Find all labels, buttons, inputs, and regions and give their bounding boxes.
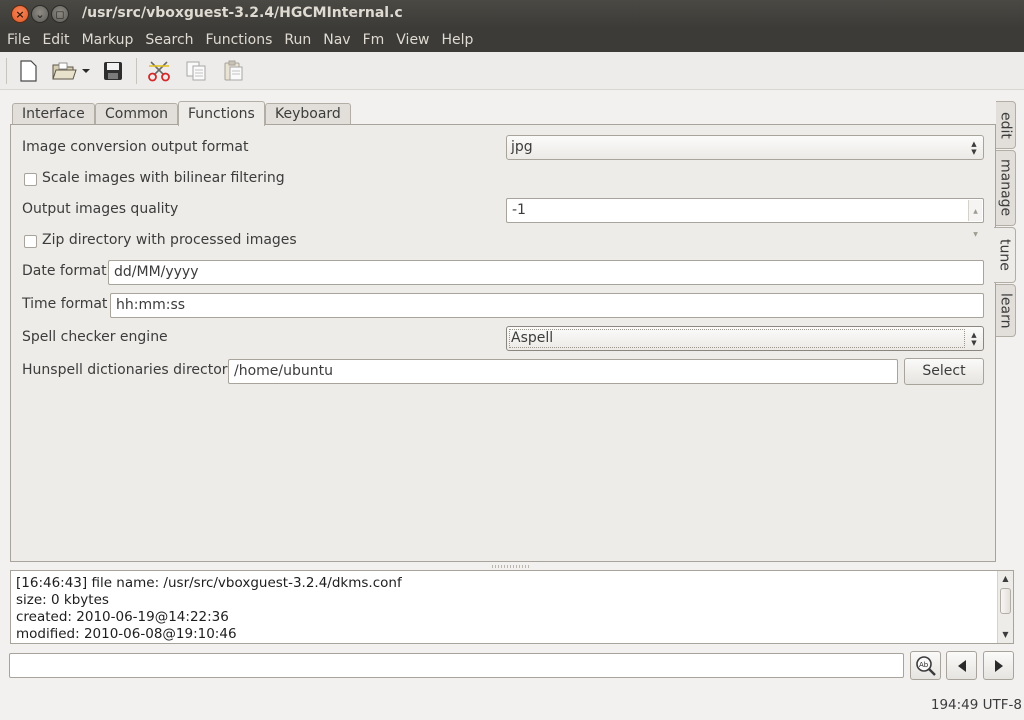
image-format-value: jpg: [511, 139, 533, 155]
side-tab-learn-label: learn: [997, 292, 1014, 329]
quality-spinbox[interactable]: -1 ▲ ▼: [506, 198, 984, 238]
time-format-label: Time format: [22, 296, 108, 312]
hunspell-dir-input[interactable]: /home/ubuntu: [228, 359, 898, 384]
tab-common[interactable]: Common: [95, 103, 179, 126]
side-tab-edit-label: edit: [997, 111, 1014, 139]
dropdown-arrow-icon: [82, 69, 90, 73]
copy-button[interactable]: [182, 58, 210, 84]
copy-icon: [186, 61, 206, 81]
new-file-button[interactable]: [14, 58, 42, 84]
updown-arrows-icon: ▲ ▼: [971, 139, 977, 156]
spin-arrows-icon[interactable]: ▲ ▼: [968, 200, 982, 238]
image-format-select[interactable]: jpg ▲ ▼: [506, 135, 984, 160]
hunspell-dir-label: Hunspell dictionaries directory: [22, 362, 236, 378]
updown-arrows-icon: ▲ ▼: [971, 330, 977, 347]
menu-edit[interactable]: Edit: [36, 32, 75, 48]
back-arrow-icon: [957, 659, 966, 672]
bilinear-checkbox[interactable]: [24, 173, 37, 186]
scrollbar-thumb[interactable]: [1000, 588, 1011, 614]
cut-icon: [148, 61, 170, 82]
cut-button[interactable]: [145, 58, 173, 84]
output-scrollbar[interactable]: ▲ ▼: [997, 571, 1013, 643]
side-tab-learn[interactable]: learn: [996, 284, 1016, 337]
scroll-down-icon[interactable]: ▼: [998, 628, 1013, 642]
menu-search[interactable]: Search: [139, 32, 199, 48]
menu-help[interactable]: Help: [436, 32, 480, 48]
zip-label: Zip directory with processed images: [42, 232, 297, 248]
focus-ring: [509, 329, 965, 348]
close-icon: ×: [15, 7, 25, 21]
output-log[interactable]: [16:46:43] file name: /usr/src/vboxguest…: [10, 570, 1014, 644]
toolbar: [0, 52, 1024, 90]
side-tab-manage[interactable]: manage: [996, 150, 1016, 226]
status-bar-position: 194:49 UTF-8: [930, 697, 1022, 713]
forward-arrow-icon: [994, 659, 1003, 672]
tab-keyboard[interactable]: Keyboard: [265, 103, 351, 126]
save-icon: [104, 62, 122, 80]
quality-label: Output images quality: [22, 201, 179, 217]
spell-engine-select[interactable]: Aspell ▲ ▼: [506, 326, 984, 351]
maximize-icon: ◻: [55, 7, 65, 21]
window-title: /usr/src/vboxguest-3.2.4/HGCMInternal.c: [82, 5, 403, 21]
side-tab-tune[interactable]: tune: [994, 227, 1016, 283]
log-line: modified: 2010-06-08@19:10:46: [16, 626, 237, 642]
scroll-up-icon[interactable]: ▲: [998, 572, 1013, 586]
maximize-window-button[interactable]: ◻: [51, 5, 69, 23]
save-button[interactable]: [99, 58, 127, 84]
side-tab-tune-label: tune: [996, 239, 1013, 271]
forward-button[interactable]: [983, 651, 1014, 680]
menu-nav[interactable]: Nav: [317, 32, 356, 48]
open-file-button[interactable]: [50, 58, 78, 84]
tab-interface[interactable]: Interface: [12, 103, 95, 126]
zip-checkbox[interactable]: [24, 235, 37, 248]
log-line: size: 0 kbytes: [16, 592, 109, 608]
menu-view[interactable]: View: [390, 32, 435, 48]
date-format-input[interactable]: dd/MM/yyyy: [108, 260, 984, 285]
command-input[interactable]: [9, 653, 904, 678]
pane-splitter-handle[interactable]: [492, 565, 530, 568]
paste-icon: [224, 60, 243, 81]
date-format-label: Date format: [22, 263, 107, 279]
menu-functions[interactable]: Functions: [200, 32, 279, 48]
bilinear-label: Scale images with bilinear filtering: [42, 170, 285, 186]
side-tab-edit[interactable]: edit: [996, 101, 1016, 149]
image-format-label: Image conversion output format: [22, 139, 249, 155]
time-format-value: hh:mm:ss: [116, 297, 186, 313]
menu-bar: File Edit Markup Search Functions Run Na…: [0, 28, 1024, 52]
back-button[interactable]: [946, 651, 977, 680]
close-window-button[interactable]: ×: [11, 5, 29, 23]
log-line: [16:46:43] file name: /usr/src/vboxguest…: [16, 575, 402, 591]
quality-value: -1: [512, 202, 526, 218]
title-bar: × ⌄ ◻ /usr/src/vboxguest-3.2.4/HGCMInter…: [0, 0, 1024, 28]
minimize-window-button[interactable]: ⌄: [31, 5, 49, 23]
menu-markup[interactable]: Markup: [76, 32, 140, 48]
menu-fm[interactable]: Fm: [357, 32, 391, 48]
time-format-input[interactable]: hh:mm:ss: [110, 293, 984, 318]
menu-file[interactable]: File: [1, 32, 36, 48]
spellcheck-button[interactable]: Ab: [910, 651, 941, 680]
spell-engine-label: Spell checker engine: [22, 329, 168, 345]
tab-functions[interactable]: Functions: [178, 101, 265, 126]
new-file-icon: [20, 60, 37, 82]
select-directory-button[interactable]: Select: [904, 358, 984, 385]
date-format-value: dd/MM/yyyy: [114, 264, 199, 280]
minimize-icon: ⌄: [35, 7, 45, 21]
menu-run[interactable]: Run: [278, 32, 317, 48]
hunspell-dir-value: /home/ubuntu: [234, 363, 333, 379]
side-tab-manage-label: manage: [997, 159, 1014, 217]
toolbar-separator: [6, 58, 7, 84]
spellcheck-icon: Ab: [915, 655, 936, 676]
toolbar-separator: [136, 58, 137, 84]
open-folder-icon: [52, 62, 77, 80]
svg-text:Ab: Ab: [919, 661, 929, 669]
open-recent-dropdown[interactable]: [78, 58, 94, 84]
paste-button[interactable]: [219, 58, 247, 84]
log-line: created: 2010-06-19@14:22:36: [16, 609, 229, 625]
